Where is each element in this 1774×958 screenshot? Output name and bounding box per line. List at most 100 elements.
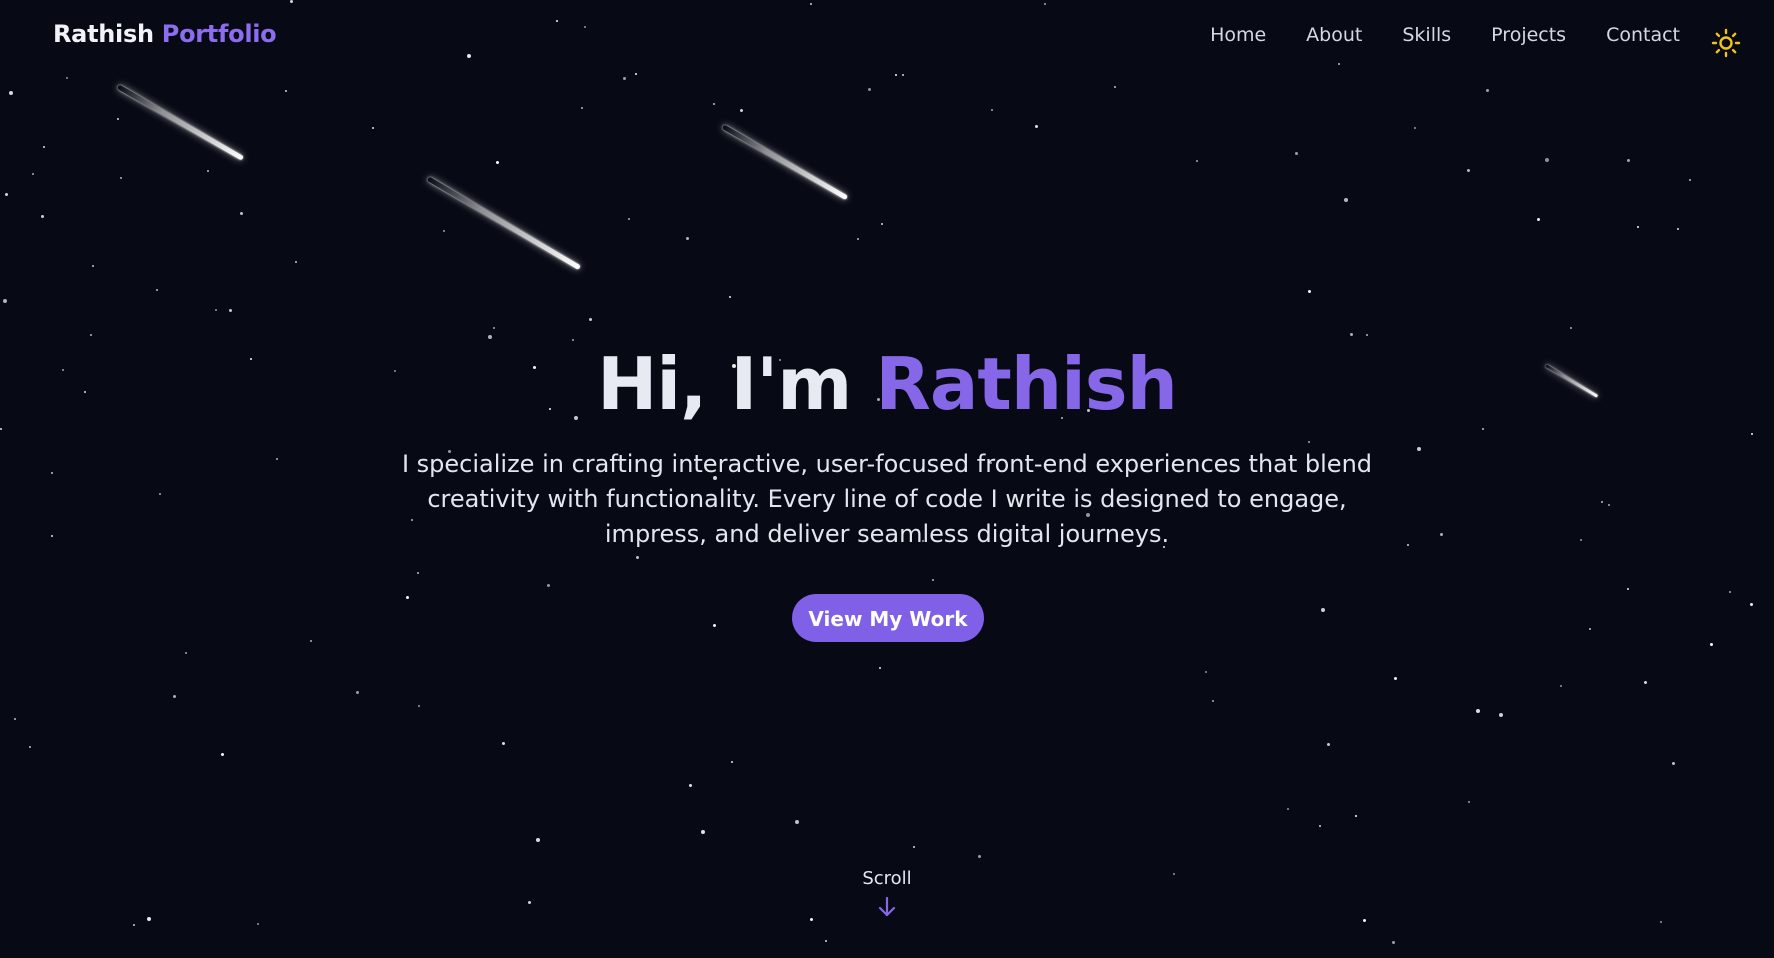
brand-logo[interactable]: Rathish Portfolio xyxy=(53,20,277,48)
star xyxy=(29,746,31,748)
star xyxy=(881,223,883,225)
star xyxy=(689,784,692,787)
star xyxy=(1355,815,1357,817)
hero-section: Rathish Portfolio Home About Skills Proj… xyxy=(0,0,1774,958)
star xyxy=(1677,228,1679,230)
star xyxy=(1627,588,1629,590)
star xyxy=(1392,941,1395,944)
star xyxy=(156,289,158,291)
star xyxy=(310,640,312,642)
star xyxy=(1363,919,1366,922)
star xyxy=(41,215,44,218)
star xyxy=(991,109,993,111)
star xyxy=(0,428,2,430)
arrow-down-icon xyxy=(878,896,896,917)
star xyxy=(207,170,209,172)
star xyxy=(92,265,94,267)
star xyxy=(686,237,689,240)
star xyxy=(1467,169,1470,172)
star xyxy=(1710,643,1713,646)
star xyxy=(1308,290,1311,293)
hero-heading: Hi, I'm Rathish xyxy=(0,340,1774,428)
star xyxy=(1644,681,1647,684)
nav-link-skills[interactable]: Skills xyxy=(1402,24,1451,46)
star xyxy=(1486,89,1489,92)
star xyxy=(1672,762,1675,765)
star xyxy=(1751,433,1753,435)
star xyxy=(729,296,731,298)
theme-toggle-button[interactable] xyxy=(1711,28,1741,58)
star xyxy=(43,146,45,148)
star xyxy=(879,667,881,669)
star xyxy=(932,579,934,581)
star xyxy=(51,535,53,537)
star xyxy=(868,88,871,91)
star xyxy=(5,193,8,196)
star xyxy=(1212,700,1214,702)
star xyxy=(581,107,583,109)
star xyxy=(857,238,859,240)
star xyxy=(1570,327,1572,329)
star xyxy=(1537,218,1540,221)
star xyxy=(589,318,592,321)
nav-link-home[interactable]: Home xyxy=(1210,24,1266,46)
star xyxy=(1482,428,1484,430)
star xyxy=(810,918,813,921)
star xyxy=(1545,158,1549,162)
star xyxy=(1327,743,1330,746)
star xyxy=(713,103,715,105)
star xyxy=(1407,544,1409,546)
star xyxy=(221,753,224,756)
nav-links: Home About Skills Projects Contact xyxy=(1210,24,1680,46)
star xyxy=(1114,86,1116,88)
star xyxy=(185,652,187,654)
hero-name: Rathish xyxy=(875,342,1177,426)
star xyxy=(229,309,232,312)
sun-icon xyxy=(1711,28,1741,58)
star xyxy=(1417,447,1421,451)
star xyxy=(120,177,122,179)
star xyxy=(1580,539,1582,541)
star xyxy=(276,458,278,460)
star xyxy=(1196,160,1198,162)
star xyxy=(1560,685,1562,687)
star xyxy=(1660,921,1662,923)
nav-link-about[interactable]: About xyxy=(1306,24,1362,46)
star xyxy=(9,91,13,95)
star xyxy=(731,761,733,763)
star xyxy=(502,742,505,745)
star xyxy=(795,820,799,824)
star xyxy=(173,695,176,698)
star xyxy=(1414,127,1416,129)
star xyxy=(1499,713,1503,717)
star xyxy=(1394,677,1397,680)
star xyxy=(1287,808,1289,810)
star xyxy=(90,334,92,336)
star xyxy=(1468,801,1470,803)
star xyxy=(215,309,217,311)
star xyxy=(1589,628,1591,630)
star xyxy=(14,718,16,720)
star xyxy=(496,161,499,164)
star xyxy=(1601,501,1603,503)
star xyxy=(1366,334,1368,336)
star xyxy=(1035,125,1038,128)
star xyxy=(1319,825,1321,827)
star xyxy=(740,109,743,112)
star xyxy=(257,923,259,925)
star xyxy=(418,705,420,707)
star xyxy=(536,838,540,842)
star xyxy=(372,127,374,129)
scroll-label: Scroll xyxy=(862,868,912,889)
nav-link-contact[interactable]: Contact xyxy=(1606,24,1680,46)
star xyxy=(488,335,492,339)
star xyxy=(159,493,161,495)
nav-link-projects[interactable]: Projects xyxy=(1491,24,1566,46)
star xyxy=(713,624,716,627)
star xyxy=(406,596,409,599)
star xyxy=(1729,591,1731,593)
view-my-work-button[interactable]: View My Work xyxy=(792,594,984,642)
top-navbar: Rathish Portfolio Home About Skills Proj… xyxy=(0,0,1774,76)
scroll-indicator[interactable]: Scroll xyxy=(837,868,937,919)
star xyxy=(493,327,495,329)
